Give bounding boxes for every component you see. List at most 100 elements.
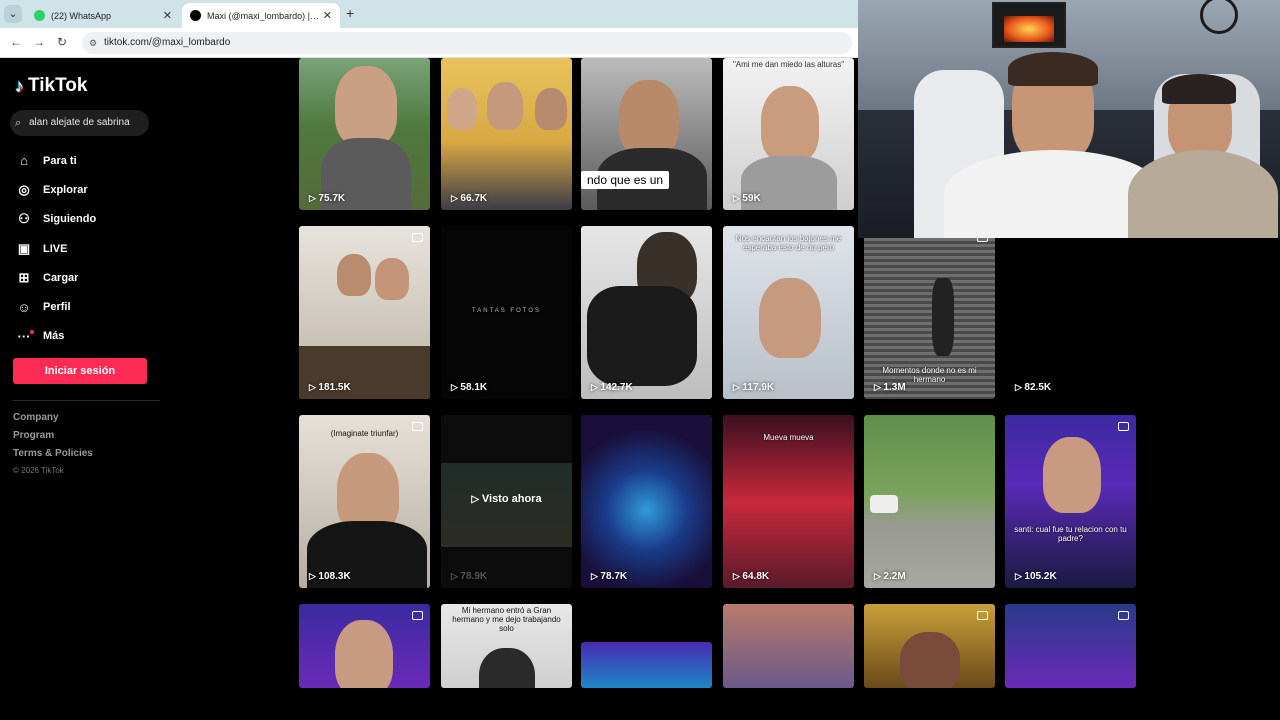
sidebar-item-label: Cargar	[43, 271, 79, 284]
video-tile[interactable]: 82.5K	[1005, 226, 1136, 399]
sidebar-item-para-ti[interactable]: ⌂ Para ti	[15, 146, 165, 175]
footer-link-company[interactable]: Company	[13, 412, 93, 430]
sidebar-item-label: Explorar	[43, 183, 88, 196]
view-count: 78.7K	[591, 571, 627, 582]
video-tile[interactable]: santi: cual fue tu relacion con tu padre…	[1005, 415, 1136, 588]
view-count: 64.8K	[733, 571, 769, 582]
video-tile[interactable]	[723, 604, 854, 688]
video-thumbnail-dim	[441, 463, 572, 547]
following-icon: ⚇	[18, 211, 30, 227]
search-value: alan alejate de sabrina	[29, 117, 130, 128]
view-count: 2.2M	[874, 571, 905, 582]
view-count: 82.5K	[1015, 382, 1051, 393]
video-tile[interactable]: "Ami me dan miedo las alturas" 59K	[723, 58, 854, 210]
sidebar-item-perfil[interactable]: ☺ Perfil	[15, 292, 165, 321]
sidebar-item-explorar[interactable]: ◎ Explorar	[15, 175, 165, 204]
tv-fireplace	[992, 2, 1066, 48]
video-thumbnail-person	[1043, 437, 1101, 513]
video-tile[interactable]: 66.7K	[441, 58, 572, 210]
url-text: tiktok.com/@maxi_lombardo	[104, 37, 231, 48]
video-tile[interactable]	[299, 604, 430, 688]
webcam-overlay	[858, 0, 1280, 238]
tab-whatsapp[interactable]: (22) WhatsApp ✕	[26, 3, 180, 28]
video-caption: TANTAS FOTOS	[471, 308, 541, 314]
photo-carousel-icon	[412, 233, 423, 242]
video-tile[interactable]: 2.2M	[864, 415, 995, 588]
video-thumbnail-person	[337, 254, 371, 296]
video-tile[interactable]: TANTAS FOTOS 58.1K	[441, 226, 572, 399]
sidebar-item-siguiendo[interactable]: ⚇ Siguiendo	[15, 205, 165, 234]
video-thumbnail-shirt	[587, 286, 697, 386]
streamer-hair	[1008, 52, 1098, 86]
footer-link-terms[interactable]: Terms & Policies	[13, 448, 93, 466]
more-icon: ···	[15, 329, 34, 344]
forward-icon[interactable]: →	[33, 35, 45, 49]
video-tile[interactable]: 75.7K	[299, 58, 430, 210]
new-tab-icon[interactable]: +	[346, 5, 354, 21]
view-count: 181.5K	[309, 382, 350, 393]
video-tile[interactable]: Mueva mueva 64.8K	[723, 415, 854, 588]
view-count: 59K	[733, 193, 760, 204]
view-count: 108.3K	[309, 571, 350, 582]
close-icon[interactable]: ✕	[163, 9, 172, 22]
photo-carousel-icon	[977, 611, 988, 620]
view-count: 75.7K	[309, 193, 345, 204]
close-icon[interactable]: ✕	[323, 9, 332, 22]
video-tile[interactable]: 78.7K	[581, 415, 712, 588]
video-tile[interactable]: Momentos donde no es mi hermano 1.3M	[864, 226, 995, 399]
tiktok-note-icon: ♪	[15, 75, 24, 96]
tab-title: (22) WhatsApp	[51, 10, 112, 21]
view-count: 66.7K	[451, 193, 487, 204]
back-icon[interactable]: ←	[10, 35, 22, 49]
compass-icon: ◎	[18, 181, 30, 197]
wall-clock	[1200, 0, 1238, 34]
video-tile[interactable]: (Imaginate triunfar) 108.3K	[299, 415, 430, 588]
view-count: 78.9K	[451, 571, 487, 582]
tiktok-logo[interactable]: ♪ TikTok	[15, 75, 87, 97]
video-tile[interactable]: Nos encantan los bajones me esperaba est…	[723, 226, 854, 399]
video-thumbnail-person	[619, 80, 679, 156]
login-button[interactable]: Iniciar sesión	[13, 358, 147, 384]
video-tile[interactable]: 142.7K	[581, 226, 712, 399]
photo-carousel-icon	[412, 611, 423, 620]
sidebar-footer: Company Program Terms & Policies © 2026 …	[13, 412, 93, 484]
streamer-hair	[1162, 74, 1236, 104]
video-tile[interactable]	[1005, 604, 1136, 688]
sidebar-item-live[interactable]: ▣ LIVE	[15, 234, 165, 263]
reload-icon[interactable]: ↻	[57, 35, 67, 49]
video-tile[interactable]: 181.5K	[299, 226, 430, 399]
video-thumbnail-person	[479, 648, 535, 688]
video-tile[interactable]	[581, 642, 712, 688]
sidebar-item-cargar[interactable]: ⊞ Cargar	[15, 263, 165, 292]
photo-carousel-icon	[1118, 422, 1129, 431]
whatsapp-icon	[34, 10, 45, 21]
search-input[interactable]: ⌕ alan alejate de sabrina	[10, 110, 149, 136]
address-bar: ← → ↻ ⚙ tiktok.com/@maxi_lombardo	[0, 28, 858, 58]
video-tile[interactable]: ndo que es un	[581, 58, 712, 210]
video-thumbnail-person	[335, 620, 393, 688]
sidebar-item-mas[interactable]: ··· Más	[15, 322, 165, 351]
live-icon: ▣	[17, 240, 31, 256]
search-icon: ⌕	[15, 117, 22, 129]
video-thumbnail-car	[870, 495, 898, 513]
sidebar-divider	[13, 400, 160, 401]
video-caption: Mueva mueva	[763, 433, 814, 442]
site-info-icon[interactable]: ⚙	[89, 32, 97, 54]
video-thumbnail-person	[487, 82, 523, 130]
tiktok-icon	[190, 10, 201, 21]
sidebar-nav: ⌂ Para ti ◎ Explorar ⚇ Siguiendo ▣ LIVE …	[15, 146, 165, 351]
home-icon: ⌂	[20, 153, 28, 169]
streamer-shirt	[1128, 150, 1278, 238]
video-tile[interactable]: Mi hermano entró a Gran hermano y me dej…	[441, 604, 572, 688]
video-caption: (Imaginate triunfar)	[330, 429, 399, 438]
video-tile[interactable]: Visto ahora 78.9K	[441, 415, 572, 588]
url-input[interactable]: ⚙ tiktok.com/@maxi_lombardo	[82, 32, 852, 54]
view-count: 1.3M	[874, 382, 905, 393]
upload-icon: ⊞	[18, 269, 30, 285]
footer-link-program[interactable]: Program	[13, 430, 93, 448]
video-tile[interactable]	[864, 604, 995, 688]
tab-search-chevron-icon[interactable]: ⌄	[4, 5, 22, 23]
view-count: 117.9K	[733, 382, 774, 393]
video-caption: Mi hermano entró a Gran hermano y me dej…	[452, 606, 561, 633]
tab-tiktok[interactable]: Maxi (@maxi_lombardo) | TikTok ✕	[182, 3, 340, 28]
